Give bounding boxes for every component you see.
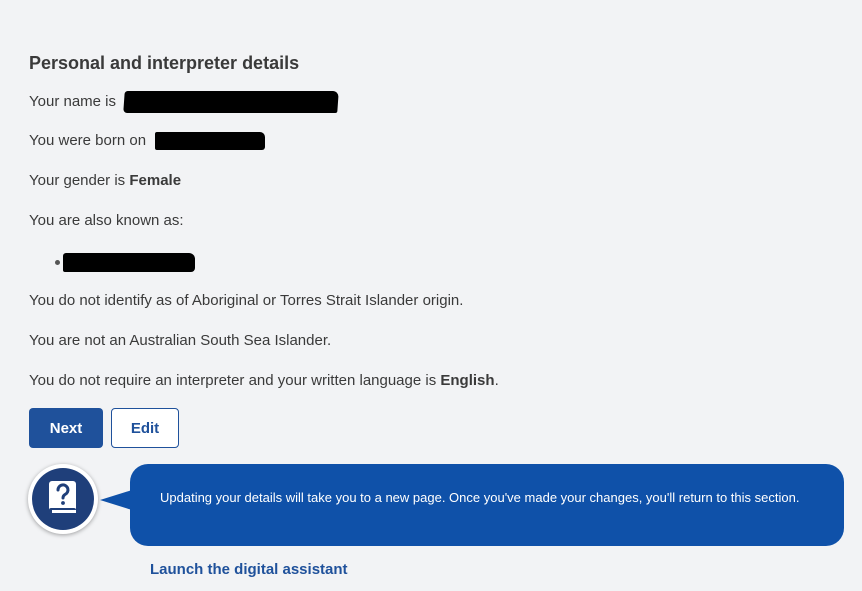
bullet-icon	[55, 259, 60, 265]
help-book-icon	[49, 481, 76, 514]
interpreter-suffix: .	[494, 372, 499, 389]
launch-assistant-link[interactable]: Launch the digital assistant	[150, 561, 348, 578]
dob-row: You were born on	[29, 131, 266, 151]
aboriginal-status: You do not identify as of Aboriginal or …	[29, 292, 464, 309]
bubble-tail	[100, 490, 132, 510]
assistant-message: Updating your details will take you to a…	[130, 464, 844, 546]
assistant-message-text: Updating your details will take you to a…	[160, 490, 800, 505]
south-sea-status: You are not an Australian South Sea Isla…	[29, 332, 332, 349]
edit-button[interactable]: Edit	[111, 408, 179, 448]
list-item	[55, 252, 195, 272]
name-redaction	[123, 91, 339, 113]
interpreter-row: You do not require an interpreter and yo…	[29, 371, 499, 391]
aka-list	[55, 252, 195, 272]
next-button[interactable]: Next	[29, 408, 103, 448]
dob-label: You were born on	[29, 132, 147, 149]
interpreter-label: You do not require an interpreter and yo…	[29, 372, 441, 389]
name-label: Your name is	[29, 92, 116, 110]
name-row: Your name is	[29, 91, 339, 113]
assistant-avatar[interactable]	[28, 464, 98, 534]
aka-label: You are also known as:	[29, 212, 184, 229]
gender-row: Your gender is Female	[29, 171, 181, 191]
gender-label: Your gender is	[29, 172, 130, 189]
gender-value: Female	[129, 172, 182, 189]
section-title: Personal and interpreter details	[29, 53, 300, 73]
dob-redaction	[155, 132, 266, 151]
assistant-avatar-inner	[32, 468, 94, 530]
aka-redaction	[63, 252, 195, 272]
language-value: English	[440, 372, 495, 389]
